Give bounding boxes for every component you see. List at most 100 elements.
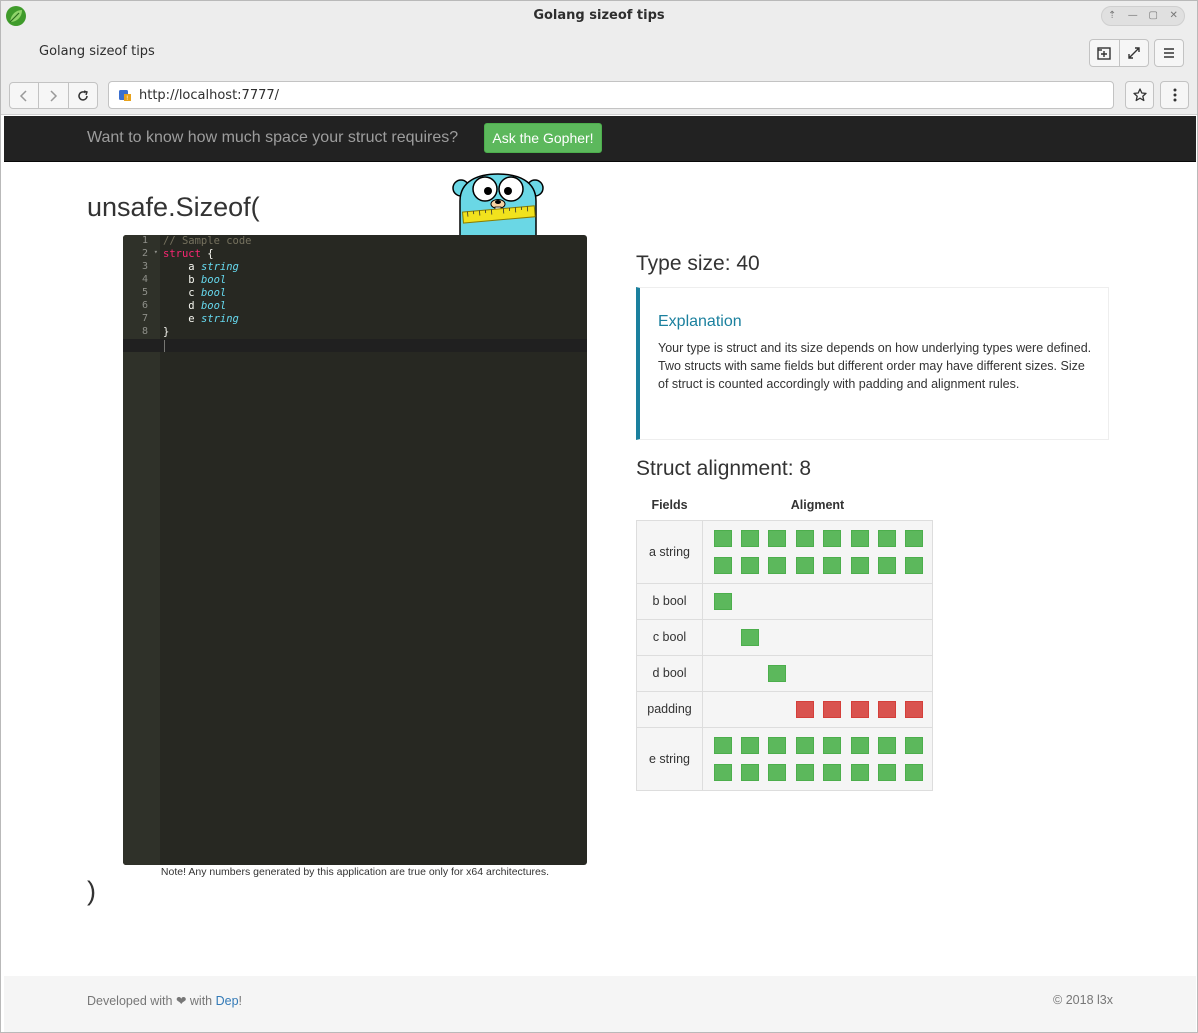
explanation-callout: Explanation Your type is struct and its … [636,287,1109,440]
gopher-mascot-icon [452,173,544,237]
header-bar: Golang sizeof tips [1,31,1197,73]
data-byte-square [795,763,814,781]
alignment-row: d bool [636,654,933,692]
sizeof-open-label: unsafe.Sizeof( [87,192,260,222]
architecture-note: Note! Any numbers generated by this appl… [160,866,550,878]
code-line: // Sample code [163,235,252,248]
up-arrow-icon[interactable]: ⇡ [1104,8,1120,24]
code-token: bool [200,274,227,286]
data-byte-square [741,763,760,781]
page-footer: Developed with ❤ with Dep! © 2018 l3x [4,976,1196,1032]
developed-suffix: ! [238,994,243,1008]
close-icon[interactable]: ✕ [1166,8,1182,24]
data-byte-square [905,763,924,781]
byte-row [709,732,932,759]
empty-byte-slot [714,665,732,682]
tab-title: Golang sizeof tips [39,44,155,59]
struct-alignment-heading: Struct alignment: 8 [636,457,812,480]
kebab-menu-icon [1173,88,1176,102]
data-byte-square [713,556,732,574]
data-byte-square [741,628,760,646]
copyright-text: © 2018 l3x [1053,993,1113,1007]
main-menu-button[interactable] [1154,39,1184,67]
line-number: 7 [141,313,148,324]
byte-row [709,588,932,615]
code-line: b bool [163,274,252,287]
data-byte-square [795,736,814,754]
line-number: 3 [141,261,148,272]
padding-byte-square [795,700,814,718]
site-info-icon[interactable]: ! [118,88,132,102]
minimize-icon[interactable]: — [1125,8,1141,24]
data-byte-square [768,664,787,682]
url-text[interactable]: http://localhost:7777/ [139,88,279,103]
title-bar: Golang sizeof tips ⇡ — ▢ ✕ [1,1,1197,31]
reload-button[interactable] [67,83,97,108]
line-number: 2 ▾ [141,248,158,259]
alignment-row: a string [636,519,933,584]
data-byte-square [795,529,814,547]
line-number: 5 [141,287,148,298]
data-byte-square [768,529,787,547]
code-token: } [163,326,170,338]
dep-link[interactable]: Dep [216,994,239,1008]
code-token: { [200,248,214,260]
back-icon [20,89,27,102]
data-byte-square [795,556,814,574]
data-byte-square [713,592,732,610]
back-button[interactable] [10,83,38,108]
padding-byte-square [850,700,869,718]
fullscreen-button[interactable] [1118,40,1149,66]
bookmark-button[interactable] [1125,81,1154,109]
url-bar[interactable]: ! http://localhost:7777/ [108,81,1114,109]
navigation-bar: ! http://localhost:7777/ [1,73,1197,115]
byte-row [709,624,932,651]
code-line: c bool [163,287,252,300]
page-menu-button[interactable] [1160,81,1189,109]
alignment-bytes-cell [702,582,933,620]
editor-code-area[interactable]: // Sample code struct { a string b bool c… [163,235,252,352]
padding-byte-square [823,700,842,718]
nav-button-group [9,82,98,109]
field-name-cell: a string [636,519,703,584]
developed-prefix: Developed with ❤ with [87,994,216,1008]
field-name-cell: e string [636,726,703,791]
header-button-group [1089,39,1149,67]
fold-arrow-icon[interactable]: ▾ [154,248,158,256]
alignment-bytes-cell [702,654,933,692]
svg-text:!: ! [126,95,128,102]
code-line: } [163,326,252,339]
data-byte-square [713,763,732,781]
alignment-row: e string [636,726,933,791]
code-editor[interactable]: 12▾3456789 // Sample codestruct { a stri… [123,235,587,865]
forward-button[interactable] [38,83,67,108]
code-token: string [200,313,239,325]
ask-gopher-button[interactable]: Ask the Gopher! [484,123,602,153]
explanation-text: Your type is struct and its size depends… [658,341,1092,391]
field-name-cell: c bool [636,618,703,656]
struct-size-question: Want to know how much space your struct … [87,129,459,146]
data-byte-square [877,556,896,574]
bookmark-star-icon [1132,88,1147,102]
line-number: 8 [141,326,148,337]
data-byte-square [850,529,869,547]
new-tab-button[interactable] [1090,40,1119,66]
byte-row [709,759,932,786]
data-byte-square [877,529,896,547]
sizeof-close-label: ) [87,876,96,906]
data-byte-square [741,556,760,574]
alignment-bytes-cell [702,618,933,656]
type-size-heading: Type size: 40 [636,252,760,275]
reload-icon [78,89,88,101]
empty-byte-slot [741,701,759,718]
text-cursor [164,340,165,352]
page-top-bar: Want to know how much space your struct … [4,116,1196,162]
code-token: e [163,313,201,325]
byte-row [709,696,932,723]
maximize-icon[interactable]: ▢ [1145,8,1161,24]
code-token: c [163,287,201,299]
forward-icon [50,89,58,102]
code-token: bool [200,300,227,312]
editor-gutter: 12▾3456789 [123,235,160,865]
code-line: a string [163,261,252,274]
